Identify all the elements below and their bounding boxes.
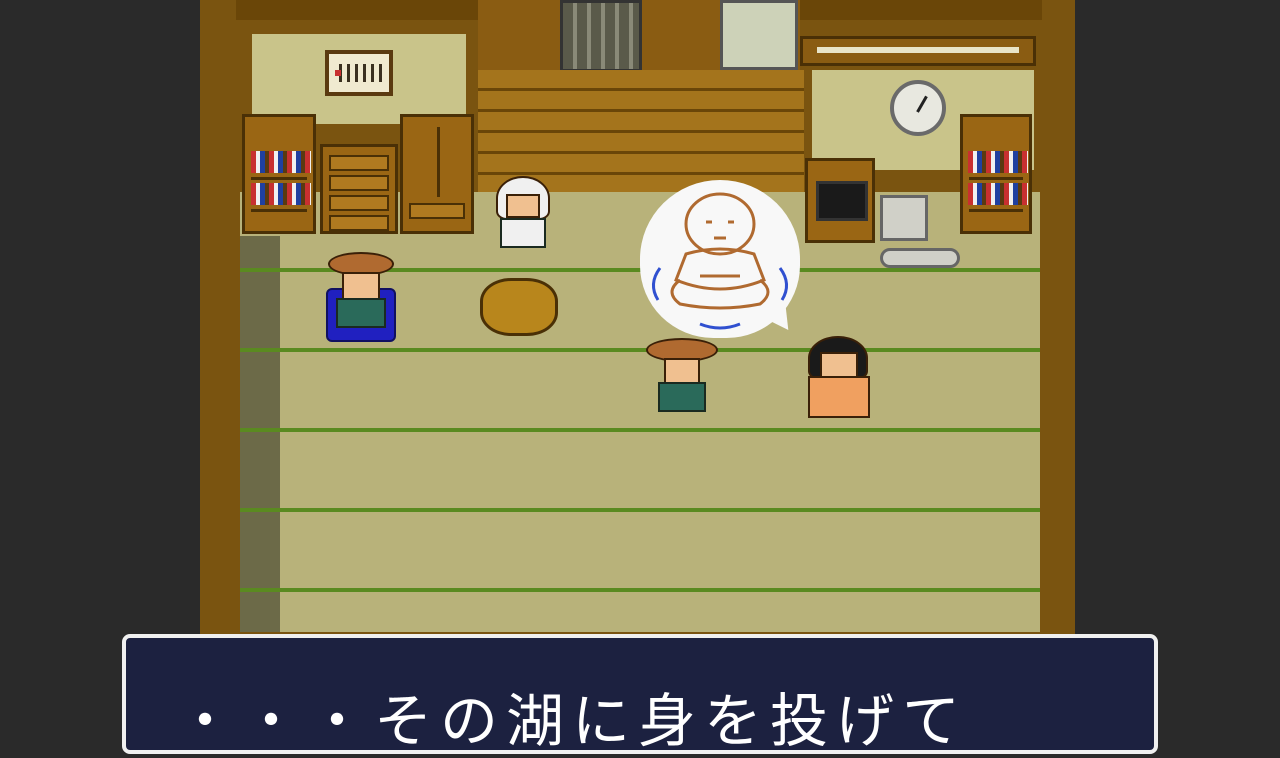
npc-reading-book[interactable] — [800, 336, 878, 422]
low-round-table — [480, 278, 558, 336]
npc-grandmother[interactable] — [486, 176, 560, 254]
dialog-text: ・・・その湖に身を投げて — [176, 687, 969, 755]
wall-scroll-picture — [325, 50, 393, 96]
computer-monitor — [880, 195, 928, 241]
wall-shelf — [800, 36, 1036, 66]
kitchen-stove — [560, 0, 642, 72]
bookshelf-right — [960, 114, 1032, 234]
clock-icon — [890, 80, 946, 136]
tatami-line — [240, 508, 1040, 512]
dialog-box[interactable]: ・・・その湖に身を投げて — [122, 634, 1158, 755]
computer-keyboard — [880, 248, 960, 268]
tatami-line — [240, 348, 1040, 352]
npc-straw-hat-seated[interactable] — [322, 252, 398, 342]
chest-of-drawers — [320, 144, 398, 234]
bookshelf-left — [242, 114, 316, 234]
refrigerator — [720, 0, 798, 70]
floor-shadow — [240, 236, 280, 632]
wardrobe — [400, 114, 474, 234]
tatami-line — [240, 588, 1040, 592]
wooden-wall-panel — [478, 70, 804, 192]
player-straw-hat[interactable] — [646, 338, 718, 416]
television — [805, 158, 875, 243]
tatami-line — [240, 428, 1040, 432]
